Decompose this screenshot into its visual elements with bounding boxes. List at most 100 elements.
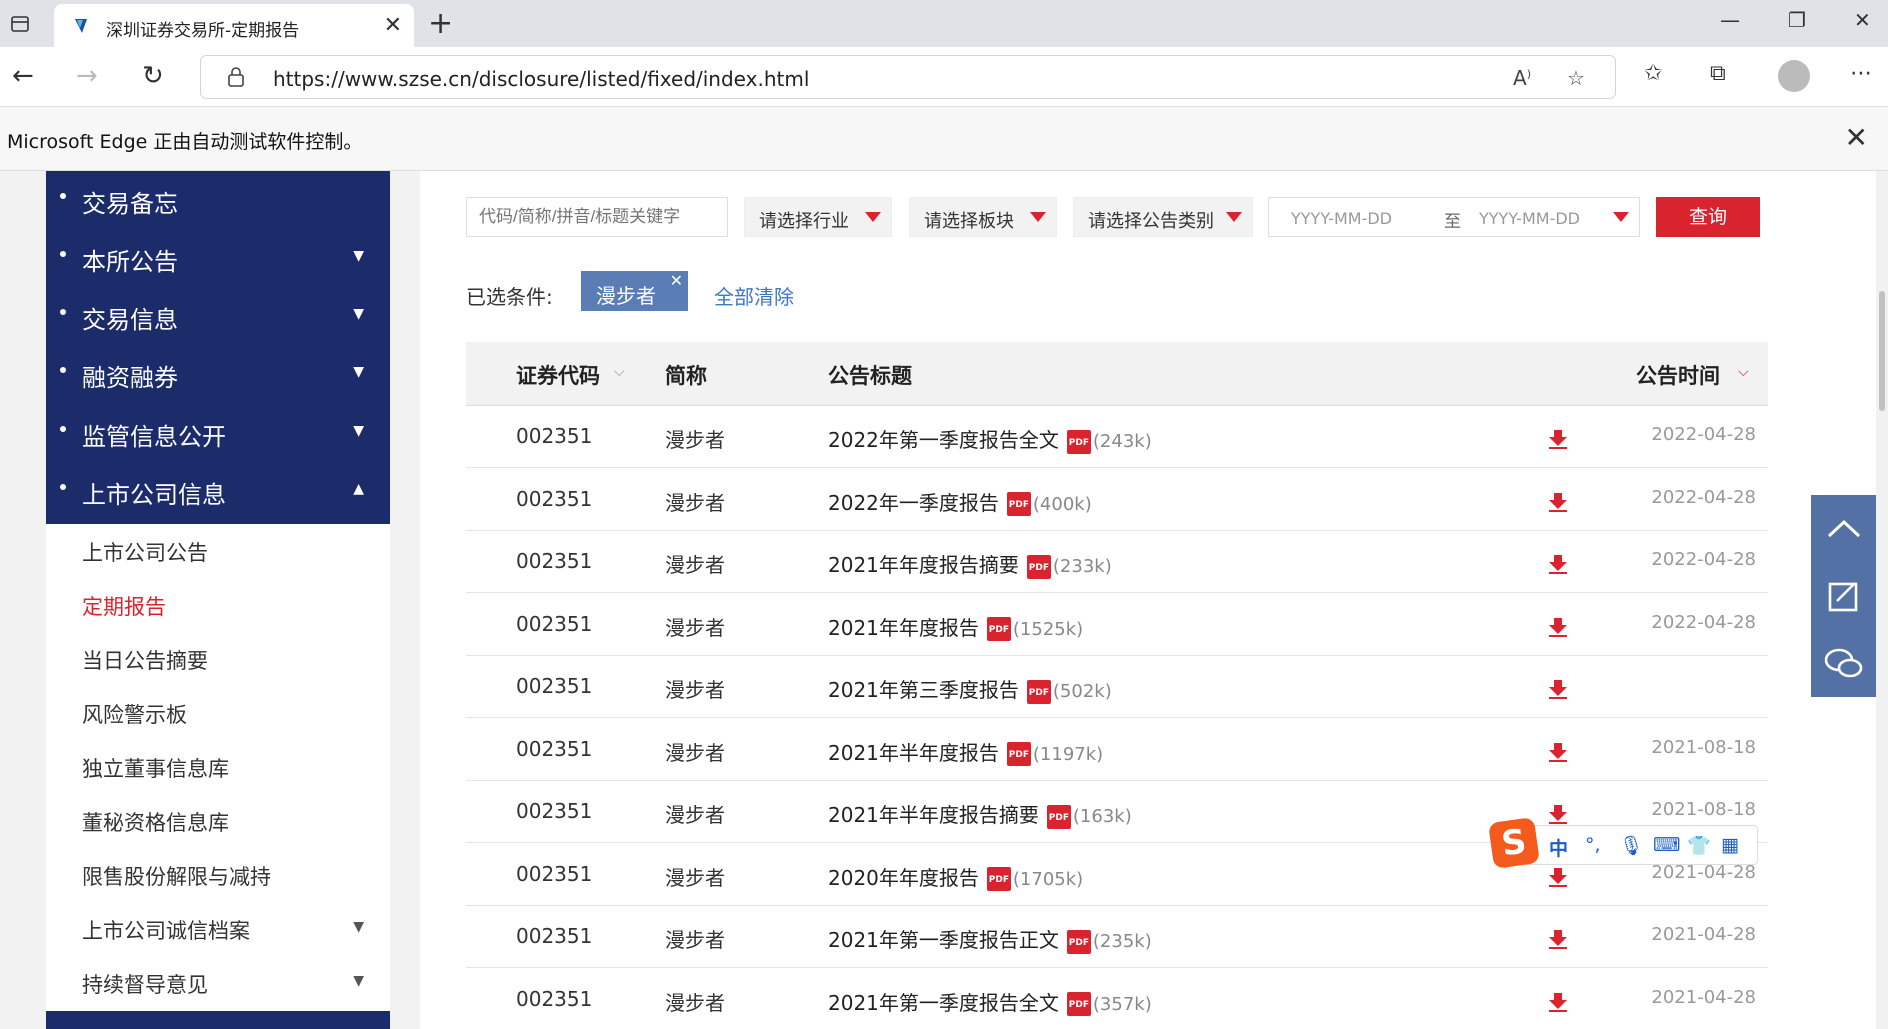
- pdf-icon[interactable]: PDF: [1066, 992, 1091, 1016]
- board-select[interactable]: 请选择板块: [909, 197, 1057, 237]
- table-row: 002351 漫步者 2022年第一季度报告全文 PDF (243k) 2022-04-2…: [466, 406, 1768, 468]
- pdf-icon[interactable]: PDF: [1026, 679, 1051, 704]
- download-icon[interactable]: [1548, 428, 1568, 450]
- clear-all-link[interactable]: 全部清除: [714, 281, 794, 310]
- forward-icon[interactable]: →: [76, 61, 98, 91]
- dropdown-caret-icon: [1030, 212, 1046, 222]
- sidebar-sub-supervision-opinions[interactable]: 持续督导意见 ▼: [46, 956, 390, 1010]
- table-row: 002351 漫步者 2022年一季度报告 PDF (400k) 2022-04-28: [466, 469, 1768, 531]
- report-title-link[interactable]: 2021年第一季度报告全文: [828, 991, 1059, 1015]
- date-from-field[interactable]: YYYY-MM-DD: [1291, 209, 1392, 228]
- report-title-link[interactable]: 2021年第一季度报告正文: [828, 928, 1059, 952]
- report-title-link[interactable]: 2021年第三季度报告: [828, 678, 1019, 702]
- search-button[interactable]: 查询: [1656, 197, 1760, 237]
- refresh-icon[interactable]: ↻: [142, 61, 164, 91]
- sidebar-sub-board-secretary[interactable]: 董秘资格信息库: [46, 794, 390, 848]
- date-range-picker[interactable]: YYYY-MM-DD 至 YYYY-MM-DD: [1268, 197, 1640, 237]
- back-to-top-icon[interactable]: [1811, 495, 1876, 561]
- header-time[interactable]: 公告时间: [1636, 360, 1720, 390]
- dropdown-caret-icon: [1613, 212, 1629, 222]
- float-panel: [1811, 495, 1876, 697]
- sidebar-item-margin-trading[interactable]: 融资融券 ▼: [46, 345, 390, 403]
- more-menu-icon[interactable]: ⋯: [1850, 61, 1872, 86]
- dropdown-caret-icon: [865, 212, 881, 222]
- cell-date: 2022-04-28: [1651, 486, 1756, 508]
- pdf-icon[interactable]: PDF: [986, 867, 1011, 891]
- scrollbar-thumb[interactable]: [1879, 291, 1885, 411]
- sidebar-sub-company-announcements[interactable]: 上市公司公告: [46, 524, 390, 578]
- pdf-icon[interactable]: PDF: [1006, 492, 1031, 516]
- wechat-icon[interactable]: [1811, 631, 1876, 697]
- file-size: (243k): [1092, 431, 1152, 452]
- pdf-icon[interactable]: PDF: [1066, 429, 1091, 454]
- industry-select[interactable]: 请选择行业: [744, 197, 892, 237]
- download-icon[interactable]: [1548, 616, 1568, 638]
- profile-avatar[interactable]: [1778, 60, 1810, 92]
- search-input[interactable]: [466, 197, 728, 237]
- pdf-icon[interactable]: PDF: [986, 617, 1011, 641]
- sidebar-sub-independent-directors[interactable]: 独立董事信息库: [46, 740, 390, 794]
- pdf-icon[interactable]: PDF: [1006, 742, 1031, 766]
- sidebar-item-listed-company-info[interactable]: 上市公司信息 ▲: [46, 462, 390, 520]
- category-select[interactable]: 请选择公告类别: [1073, 197, 1253, 237]
- report-title-link[interactable]: 2022年第一季度报告全文: [828, 428, 1059, 452]
- restore-icon[interactable]: ❐: [1788, 8, 1806, 32]
- page-scrollbar[interactable]: [1876, 171, 1888, 1029]
- url-text: https://www.szse.cn/disclosure/listed/fi…: [273, 67, 810, 91]
- sidebar-item-trading-info[interactable]: 交易信息 ▼: [46, 287, 390, 345]
- keyboard-icon[interactable]: ⌨: [1653, 834, 1680, 856]
- report-title-link[interactable]: 2020年年度报告: [828, 866, 979, 890]
- download-icon[interactable]: [1548, 491, 1568, 513]
- collections-icon[interactable]: ⧉: [1710, 61, 1726, 86]
- back-icon[interactable]: ←: [12, 61, 34, 91]
- ime-mode[interactable]: 中: [1549, 834, 1568, 861]
- download-icon[interactable]: [1548, 803, 1568, 825]
- address-bar[interactable]: https://www.szse.cn/disclosure/listed/fi…: [200, 55, 1616, 99]
- sidebar-sub-periodic-reports[interactable]: 定期报告: [46, 578, 390, 632]
- sidebar-item-trading-memo[interactable]: 交易备忘: [46, 171, 390, 229]
- pdf-icon[interactable]: PDF: [1026, 554, 1051, 579]
- sidebar-sub-restricted-shares[interactable]: 限售股份解限与减持: [46, 848, 390, 902]
- sort-caret-icon[interactable]: ⌵: [614, 364, 625, 380]
- microphone-icon[interactable]: 🎙: [1619, 834, 1643, 857]
- new-tab-icon[interactable]: +: [428, 6, 453, 41]
- report-title-link[interactable]: 2021年半年度报告: [828, 741, 999, 765]
- add-favorite-icon[interactable]: ☆: [1567, 66, 1585, 90]
- toolbox-icon[interactable]: ▦: [1721, 834, 1739, 856]
- download-icon[interactable]: [1548, 741, 1568, 763]
- tab-actions-icon[interactable]: [6, 10, 34, 38]
- browser-tab[interactable]: 深圳证券交易所-定期报告 ✕: [54, 4, 414, 47]
- tab-close-icon[interactable]: ✕: [384, 13, 402, 38]
- read-aloud-icon[interactable]: A): [1513, 66, 1531, 90]
- download-icon[interactable]: [1548, 991, 1568, 1013]
- download-icon[interactable]: [1548, 866, 1568, 888]
- sidebar-item-regulatory-info[interactable]: 监管信息公开 ▼: [46, 404, 390, 462]
- sidebar-sub-risk-warning[interactable]: 风险警示板: [46, 686, 390, 740]
- report-title-link[interactable]: 2021年年度报告摘要: [828, 553, 1019, 577]
- header-title: 公告标题: [828, 364, 912, 388]
- pdf-icon[interactable]: PDF: [1046, 804, 1071, 829]
- report-title-link[interactable]: 2021年年度报告: [828, 616, 979, 640]
- infobar-close-icon[interactable]: ✕: [1845, 121, 1868, 154]
- header-code[interactable]: 证券代码: [516, 360, 600, 390]
- date-to-field[interactable]: YYYY-MM-DD: [1479, 209, 1580, 228]
- minimize-icon[interactable]: —: [1720, 8, 1740, 32]
- sogou-logo[interactable]: S: [1488, 817, 1540, 869]
- sort-caret-icon[interactable]: ⌵: [1738, 364, 1749, 380]
- feedback-icon[interactable]: [1811, 563, 1876, 629]
- download-icon[interactable]: [1548, 678, 1568, 700]
- download-icon[interactable]: [1548, 928, 1568, 950]
- cell-date: 2021-08-18: [1651, 799, 1756, 820]
- sidebar-item-exchange-notices[interactable]: 本所公告 ▼: [46, 229, 390, 287]
- ime-punct[interactable]: °,: [1585, 834, 1601, 856]
- window-close-icon[interactable]: ✕: [1854, 8, 1871, 32]
- pdf-icon[interactable]: PDF: [1066, 929, 1091, 954]
- sidebar-sub-daily-summary[interactable]: 当日公告摘要: [46, 632, 390, 686]
- report-title-link[interactable]: 2021年半年度报告摘要: [828, 803, 1039, 827]
- skin-icon[interactable]: 👕: [1687, 834, 1711, 857]
- sidebar-sub-integrity-records[interactable]: 上市公司诚信档案 ▼: [46, 902, 390, 956]
- download-icon[interactable]: [1548, 553, 1568, 575]
- report-title-link[interactable]: 2022年一季度报告: [828, 491, 999, 515]
- favorites-icon[interactable]: ✩: [1644, 61, 1662, 86]
- chip-remove-icon[interactable]: ✕: [670, 271, 683, 290]
